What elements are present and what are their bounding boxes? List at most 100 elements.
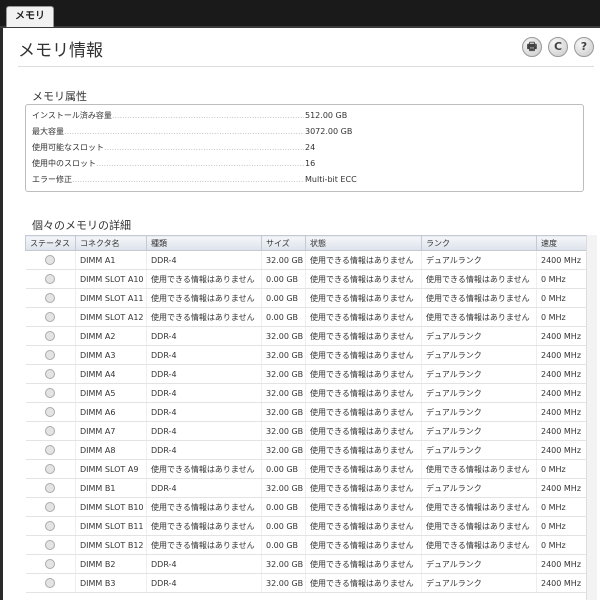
column-header-speed[interactable]: 速度 bbox=[536, 235, 586, 251]
speed-cell: 2400 MHz bbox=[536, 573, 586, 593]
table-row[interactable]: DIMM B2 DDR-4 32.00 GB 使用できる情報はありません デュアルランク… bbox=[25, 554, 586, 574]
table-row[interactable]: DIMM A4 DDR-4 32.00 GB 使用できる情報はありません デュアルランク… bbox=[25, 364, 586, 384]
properties-panel: インストール済み容量..............................… bbox=[25, 104, 584, 192]
connector-name-cell: DIMM B2 bbox=[75, 554, 147, 574]
type-cell: 使用できる情報はありません bbox=[146, 535, 262, 555]
type-cell: DDR-4 bbox=[146, 383, 262, 403]
table-row[interactable]: DIMM SLOT B10 使用できる情報はありません 0.00 GB 使用できる情報… bbox=[25, 497, 586, 517]
table-row[interactable]: DIMM A6 DDR-4 32.00 GB 使用できる情報はありません デュアルランク… bbox=[25, 402, 586, 422]
status-cell bbox=[25, 573, 76, 593]
table-row[interactable]: DIMM SLOT A11 使用できる情報はありません 0.00 GB 使用できる情報… bbox=[25, 288, 586, 308]
property-label: エラー修正 bbox=[32, 175, 72, 184]
rank-cell: デュアルランク bbox=[421, 326, 537, 346]
connector-name-cell: DIMM A2 bbox=[75, 326, 147, 346]
leader-dots: ........................................… bbox=[111, 111, 304, 120]
print-icon[interactable]: 🖶 bbox=[522, 37, 542, 57]
status-unknown-icon bbox=[45, 388, 56, 398]
rank-cell: デュアルランク bbox=[421, 345, 537, 365]
table-row[interactable]: DIMM A8 DDR-4 32.00 GB 使用できる情報はありません デュアルランク… bbox=[25, 440, 586, 460]
table-row[interactable]: DIMM A7 DDR-4 32.00 GB 使用できる情報はありません デュアルランク… bbox=[25, 421, 586, 441]
status-cell bbox=[25, 345, 76, 365]
state-cell: 使用できる情報はありません bbox=[305, 459, 422, 479]
table-header-row: ステータス コネクタ名 種類 サイズ 状態 ランク 速度 bbox=[25, 235, 586, 251]
property-row: 最大容量....................................… bbox=[32, 124, 577, 140]
state-cell: 使用できる情報はありません bbox=[305, 440, 422, 460]
rank-cell: デュアルランク bbox=[421, 250, 537, 270]
tab-memory[interactable]: メモリ bbox=[6, 6, 54, 27]
status-cell bbox=[25, 459, 76, 479]
size-cell: 32.00 GB bbox=[261, 326, 306, 346]
table-row[interactable]: DIMM B3 DDR-4 32.00 GB 使用できる情報はありません デュアルランク… bbox=[25, 573, 586, 593]
property-value: 512.00 GB bbox=[305, 111, 348, 120]
type-cell: DDR-4 bbox=[146, 364, 262, 384]
status-cell bbox=[25, 250, 76, 270]
leader-dots: ........................................… bbox=[104, 143, 304, 152]
connector-name-cell: DIMM SLOT A12 bbox=[75, 307, 147, 327]
status-unknown-icon bbox=[45, 407, 56, 417]
rank-cell: デュアルランク bbox=[421, 402, 537, 422]
status-cell bbox=[25, 326, 76, 346]
property-value: Multi-bit ECC bbox=[305, 175, 357, 184]
column-header-rank[interactable]: ランク bbox=[421, 235, 537, 251]
connector-name-cell: DIMM SLOT A10 bbox=[75, 269, 147, 289]
status-cell bbox=[25, 421, 76, 441]
table-row[interactable]: DIMM SLOT A12 使用できる情報はありません 0.00 GB 使用できる情報… bbox=[25, 307, 586, 327]
speed-cell: 0 MHz bbox=[536, 516, 586, 536]
help-icon[interactable]: ? bbox=[574, 37, 594, 57]
status-unknown-icon bbox=[45, 255, 56, 265]
rank-cell: 使用できる情報はありません bbox=[421, 497, 537, 517]
size-cell: 32.00 GB bbox=[261, 421, 306, 441]
type-cell: 使用できる情報はありません bbox=[146, 288, 262, 308]
column-header-status[interactable]: ステータス bbox=[25, 235, 76, 251]
table-row[interactable]: DIMM A2 DDR-4 32.00 GB 使用できる情報はありません デュアルランク… bbox=[25, 326, 586, 346]
connector-name-cell: DIMM SLOT A9 bbox=[75, 459, 147, 479]
type-cell: DDR-4 bbox=[146, 250, 262, 270]
status-unknown-icon bbox=[45, 578, 56, 588]
state-cell: 使用できる情報はありません bbox=[305, 364, 422, 384]
table-row[interactable]: DIMM A5 DDR-4 32.00 GB 使用できる情報はありません デュアルランク… bbox=[25, 383, 586, 403]
size-cell: 32.00 GB bbox=[261, 250, 306, 270]
state-cell: 使用できる情報はありません bbox=[305, 554, 422, 574]
status-cell bbox=[25, 364, 76, 384]
table-row[interactable]: DIMM SLOT B11 使用できる情報はありません 0.00 GB 使用できる情報… bbox=[25, 516, 586, 536]
table-row[interactable]: DIMM A1 DDR-4 32.00 GB 使用できる情報はありません デュアルランク… bbox=[25, 250, 586, 270]
property-label: 最大容量 bbox=[32, 127, 64, 136]
refresh-icon[interactable]: C bbox=[548, 37, 568, 57]
table-row[interactable]: DIMM B1 DDR-4 32.00 GB 使用できる情報はありません デュアルランク… bbox=[25, 478, 586, 498]
table-row[interactable]: DIMM A3 DDR-4 32.00 GB 使用できる情報はありません デュアルランク… bbox=[25, 345, 586, 365]
table-row[interactable]: DIMM SLOT A10 使用できる情報はありません 0.00 GB 使用できる情報… bbox=[25, 269, 586, 289]
size-cell: 32.00 GB bbox=[261, 383, 306, 403]
state-cell: 使用できる情報はありません bbox=[305, 288, 422, 308]
size-cell: 0.00 GB bbox=[261, 307, 306, 327]
property-row: 使用中のスロット................................… bbox=[32, 156, 577, 172]
column-header-connector[interactable]: コネクタ名 bbox=[75, 235, 147, 251]
column-header-type[interactable]: 種類 bbox=[146, 235, 262, 251]
properties-section-title: メモリ属性 bbox=[32, 90, 87, 103]
size-cell: 0.00 GB bbox=[261, 497, 306, 517]
title-divider bbox=[18, 66, 594, 67]
status-unknown-icon bbox=[45, 559, 56, 569]
table-row[interactable]: DIMM SLOT A9 使用できる情報はありません 0.00 GB 使用できる情報は… bbox=[25, 459, 586, 479]
status-unknown-icon bbox=[45, 540, 56, 550]
connector-name-cell: DIMM B1 bbox=[75, 478, 147, 498]
speed-cell: 2400 MHz bbox=[536, 326, 586, 346]
type-cell: DDR-4 bbox=[146, 554, 262, 574]
type-cell: 使用できる情報はありません bbox=[146, 516, 262, 536]
speed-cell: 2400 MHz bbox=[536, 250, 586, 270]
type-cell: 使用できる情報はありません bbox=[146, 497, 262, 517]
left-edge-divider bbox=[0, 28, 3, 600]
size-cell: 32.00 GB bbox=[261, 364, 306, 384]
table-row[interactable]: DIMM SLOT B12 使用できる情報はありません 0.00 GB 使用できる情報… bbox=[25, 535, 586, 555]
type-cell: DDR-4 bbox=[146, 326, 262, 346]
state-cell: 使用できる情報はありません bbox=[305, 573, 422, 593]
size-cell: 32.00 GB bbox=[261, 440, 306, 460]
connector-name-cell: DIMM A1 bbox=[75, 250, 147, 270]
table-scrollbar[interactable] bbox=[586, 235, 597, 600]
rank-cell: デュアルランク bbox=[421, 573, 537, 593]
column-header-state[interactable]: 状態 bbox=[305, 235, 422, 251]
status-cell bbox=[25, 307, 76, 327]
speed-cell: 0 MHz bbox=[536, 307, 586, 327]
column-header-size[interactable]: サイズ bbox=[261, 235, 306, 251]
rank-cell: デュアルランク bbox=[421, 440, 537, 460]
rank-cell: デュアルランク bbox=[421, 478, 537, 498]
